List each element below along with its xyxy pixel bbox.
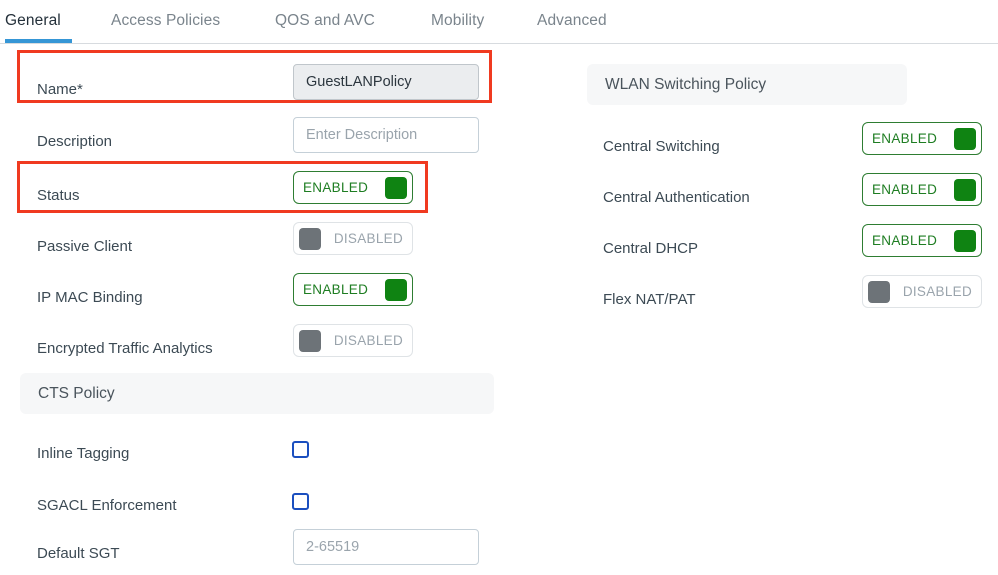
passive-client-toggle[interactable]: DISABLED [293, 222, 413, 255]
label-encrypted-traffic-analytics: Encrypted Traffic Analytics [37, 340, 213, 357]
ip-mac-binding-toggle[interactable]: ENABLED [293, 273, 413, 306]
section-header-wlan-switching-policy: WLAN Switching Policy [587, 64, 907, 105]
label-central-authentication: Central Authentication [603, 189, 750, 206]
central-dhcp-toggle[interactable]: ENABLED [862, 224, 982, 257]
toggle-knob-icon [385, 278, 407, 301]
toggle-knob-icon [954, 229, 976, 252]
flex-nat-pat-toggle[interactable]: DISABLED [862, 275, 982, 308]
label-central-dhcp: Central DHCP [603, 240, 699, 257]
section-title-cts-policy: CTS Policy [38, 384, 115, 402]
central-switching-toggle[interactable]: ENABLED [862, 122, 982, 155]
tab-qos-and-avc[interactable]: QOS and AVC [275, 12, 375, 30]
section-title-wlan-switching-policy: WLAN Switching Policy [605, 75, 767, 93]
inline-tagging-checkbox[interactable] [292, 441, 309, 458]
encrypted-traffic-analytics-toggle-label: DISABLED [333, 333, 403, 348]
label-central-switching: Central Switching [603, 138, 720, 155]
toggle-knob-icon [299, 329, 321, 352]
right-column: WLAN Switching Policy Central Switching … [520, 44, 998, 575]
central-authentication-toggle[interactable]: ENABLED [862, 173, 982, 206]
flex-nat-pat-toggle-label: DISABLED [902, 284, 972, 299]
passive-client-toggle-label: DISABLED [333, 231, 403, 246]
central-switching-toggle-label: ENABLED [872, 131, 938, 146]
toggle-knob-icon [954, 127, 976, 150]
ip-mac-binding-toggle-label: ENABLED [303, 282, 369, 297]
default-sgt-input[interactable] [293, 529, 479, 565]
status-toggle-label: ENABLED [303, 180, 369, 195]
encrypted-traffic-analytics-toggle[interactable]: DISABLED [293, 324, 413, 357]
label-description: Description [37, 133, 113, 150]
tab-mobility[interactable]: Mobility [431, 12, 484, 30]
section-header-cts-policy: CTS Policy [20, 373, 494, 414]
label-default-sgt: Default SGT [37, 545, 120, 562]
status-toggle[interactable]: ENABLED [293, 171, 413, 204]
label-name: Name* [37, 81, 83, 98]
tab-advanced[interactable]: Advanced [537, 12, 607, 30]
label-passive-client: Passive Client [37, 238, 133, 255]
tab-bar: General Access Policies QOS and AVC Mobi… [0, 0, 998, 44]
left-column: Name* Description Status ENABLED Passive… [0, 44, 520, 575]
label-inline-tagging: Inline Tagging [37, 445, 130, 462]
label-sgacl-enforcement: SGACL Enforcement [37, 497, 177, 514]
central-authentication-toggle-label: ENABLED [872, 182, 938, 197]
toggle-knob-icon [868, 280, 890, 303]
label-flex-nat-pat: Flex NAT/PAT [603, 291, 696, 308]
toggle-knob-icon [299, 227, 321, 250]
central-dhcp-toggle-label: ENABLED [872, 233, 938, 248]
sgacl-enforcement-checkbox[interactable] [292, 493, 309, 510]
name-input[interactable] [293, 64, 479, 100]
tab-access-policies[interactable]: Access Policies [111, 12, 220, 30]
tab-general[interactable]: General [5, 12, 61, 30]
toggle-knob-icon [385, 176, 407, 199]
label-status: Status [37, 187, 80, 204]
toggle-knob-icon [954, 178, 976, 201]
description-input[interactable] [293, 117, 479, 153]
label-ip-mac-binding: IP MAC Binding [37, 289, 143, 306]
